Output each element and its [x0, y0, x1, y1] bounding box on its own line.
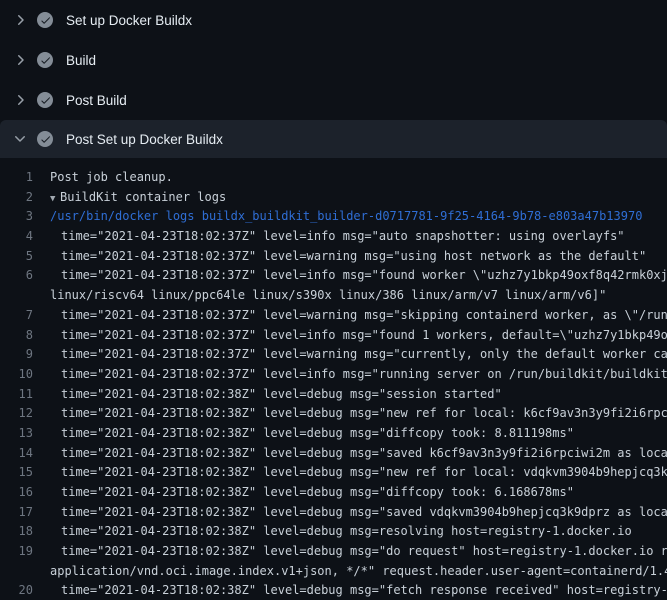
log-line-text: ▼BuildKit container logs	[50, 188, 667, 208]
log-line: 13 time="2021-04-23T18:02:38Z" level=deb…	[0, 424, 667, 444]
log-line: 6 time="2021-04-23T18:02:37Z" level=info…	[0, 266, 667, 286]
log-line: 9 time="2021-04-23T18:02:37Z" level=warn…	[0, 345, 667, 365]
log-line: 16 time="2021-04-23T18:02:38Z" level=deb…	[0, 483, 667, 503]
log-line-text: time="2021-04-23T18:02:37Z" level=info m…	[61, 326, 667, 346]
log-line-text: time="2021-04-23T18:02:37Z" level=warnin…	[61, 306, 667, 326]
log-line-text: /usr/bin/docker logs buildx_buildkit_bui…	[50, 207, 667, 227]
log-line-text: time="2021-04-23T18:02:38Z" level=debug …	[61, 542, 667, 562]
log-line-number[interactable]: 14	[0, 444, 33, 464]
log-line-text: time="2021-04-23T18:02:38Z" level=debug …	[61, 424, 667, 444]
log-line-text: linux/riscv64 linux/ppc64le linux/s390x …	[50, 286, 667, 306]
log-line-number[interactable]: 6	[0, 266, 33, 286]
log-line: 1 Post job cleanup.	[0, 168, 667, 188]
group-title: BuildKit container logs	[60, 190, 226, 204]
log-line-number[interactable]: 5	[0, 247, 33, 267]
log-line-text: time="2021-04-23T18:02:37Z" level=warnin…	[61, 345, 667, 365]
chevron-right-icon[interactable]	[12, 12, 28, 28]
log-line-number[interactable]: 12	[0, 404, 33, 424]
step-section-post-build[interactable]: Post Build	[0, 80, 667, 120]
log-line-number	[0, 286, 33, 306]
log-line: linux/riscv64 linux/ppc64le linux/s390x …	[0, 286, 667, 306]
step-section-label: Post Build	[66, 93, 127, 108]
success-check-icon	[37, 52, 53, 68]
success-check-icon	[37, 12, 53, 28]
log-line-number[interactable]: 1	[0, 168, 33, 188]
log-line-text: time="2021-04-23T18:02:38Z" level=debug …	[61, 483, 667, 503]
step-section-build[interactable]: Build	[0, 40, 667, 80]
log-line: application/vnd.oci.image.index.v1+json,…	[0, 562, 667, 582]
step-section-post-set-up-docker-buildx[interactable]: Post Set up Docker Buildx	[0, 120, 667, 158]
log-line: 20 time="2021-04-23T18:02:38Z" level=deb…	[0, 581, 667, 600]
log-line: 4 time="2021-04-23T18:02:37Z" level=info…	[0, 227, 667, 247]
log-line-text: time="2021-04-23T18:02:38Z" level=debug …	[61, 581, 667, 600]
log-line: 10 time="2021-04-23T18:02:37Z" level=inf…	[0, 365, 667, 385]
log-line-number[interactable]: 3	[0, 207, 33, 227]
log-line-text: time="2021-04-23T18:02:38Z" level=debug …	[61, 404, 667, 424]
log-line-text: time="2021-04-23T18:02:38Z" level=debug …	[61, 503, 667, 523]
chevron-right-icon[interactable]	[12, 92, 28, 108]
log-line-number[interactable]: 19	[0, 542, 33, 562]
log-line: 19 time="2021-04-23T18:02:38Z" level=deb…	[0, 542, 667, 562]
log-line: 12 time="2021-04-23T18:02:38Z" level=deb…	[0, 404, 667, 424]
log-line-number[interactable]: 9	[0, 345, 33, 365]
log-line: 18 time="2021-04-23T18:02:38Z" level=deb…	[0, 522, 667, 542]
log-line-text: time="2021-04-23T18:02:38Z" level=debug …	[61, 385, 667, 405]
log-line-number[interactable]: 16	[0, 483, 33, 503]
log-line: 8 time="2021-04-23T18:02:37Z" level=info…	[0, 326, 667, 346]
log-line: 14 time="2021-04-23T18:02:38Z" level=deb…	[0, 444, 667, 464]
success-check-icon	[37, 92, 53, 108]
log-line-number	[0, 562, 33, 582]
group-collapse-triangle-icon[interactable]: ▼	[50, 190, 60, 208]
log-line-text: time="2021-04-23T18:02:37Z" level=info m…	[61, 227, 667, 247]
step-section-set-up-docker-buildx[interactable]: Set up Docker Buildx	[0, 0, 667, 40]
log-line: 3 /usr/bin/docker logs buildx_buildkit_b…	[0, 207, 667, 227]
log-line-number[interactable]: 2	[0, 188, 33, 208]
log-line-number[interactable]: 4	[0, 227, 33, 247]
log-line-number[interactable]: 13	[0, 424, 33, 444]
step-section-label: Post Set up Docker Buildx	[66, 132, 223, 147]
log-line-text: application/vnd.oci.image.index.v1+json,…	[50, 562, 667, 582]
log-view: 1 Post job cleanup. 2 ▼BuildKit containe…	[0, 158, 667, 600]
log-line-text: Post job cleanup.	[50, 168, 667, 188]
success-check-icon	[37, 131, 53, 147]
log-line-number[interactable]: 8	[0, 326, 33, 346]
log-line-number[interactable]: 7	[0, 306, 33, 326]
log-line: 5 time="2021-04-23T18:02:37Z" level=warn…	[0, 247, 667, 267]
log-line-text: time="2021-04-23T18:02:37Z" level=info m…	[61, 266, 667, 286]
log-line-text: time="2021-04-23T18:02:38Z" level=debug …	[61, 463, 667, 483]
log-line: 17 time="2021-04-23T18:02:38Z" level=deb…	[0, 503, 667, 523]
log-line: 15 time="2021-04-23T18:02:38Z" level=deb…	[0, 463, 667, 483]
log-line-number[interactable]: 18	[0, 522, 33, 542]
chevron-down-icon[interactable]	[12, 131, 28, 147]
log-line-number[interactable]: 11	[0, 385, 33, 405]
log-line-text: time="2021-04-23T18:02:37Z" level=info m…	[61, 365, 667, 385]
log-line: 7 time="2021-04-23T18:02:37Z" level=warn…	[0, 306, 667, 326]
log-line-number[interactable]: 20	[0, 581, 33, 600]
log-line: 2 ▼BuildKit container logs	[0, 188, 667, 208]
log-line-text: time="2021-04-23T18:02:37Z" level=warnin…	[61, 247, 667, 267]
log-line-number[interactable]: 15	[0, 463, 33, 483]
step-section-label: Build	[66, 53, 96, 68]
log-line-text: time="2021-04-23T18:02:38Z" level=debug …	[61, 444, 667, 464]
log-line-text: time="2021-04-23T18:02:38Z" level=debug …	[61, 522, 667, 542]
chevron-right-icon[interactable]	[12, 52, 28, 68]
step-list: Set up Docker Buildx Build Post Build Po…	[0, 0, 667, 158]
log-line-number[interactable]: 17	[0, 503, 33, 523]
log-line: 11 time="2021-04-23T18:02:38Z" level=deb…	[0, 385, 667, 405]
step-section-label: Set up Docker Buildx	[66, 13, 192, 28]
log-line-number[interactable]: 10	[0, 365, 33, 385]
